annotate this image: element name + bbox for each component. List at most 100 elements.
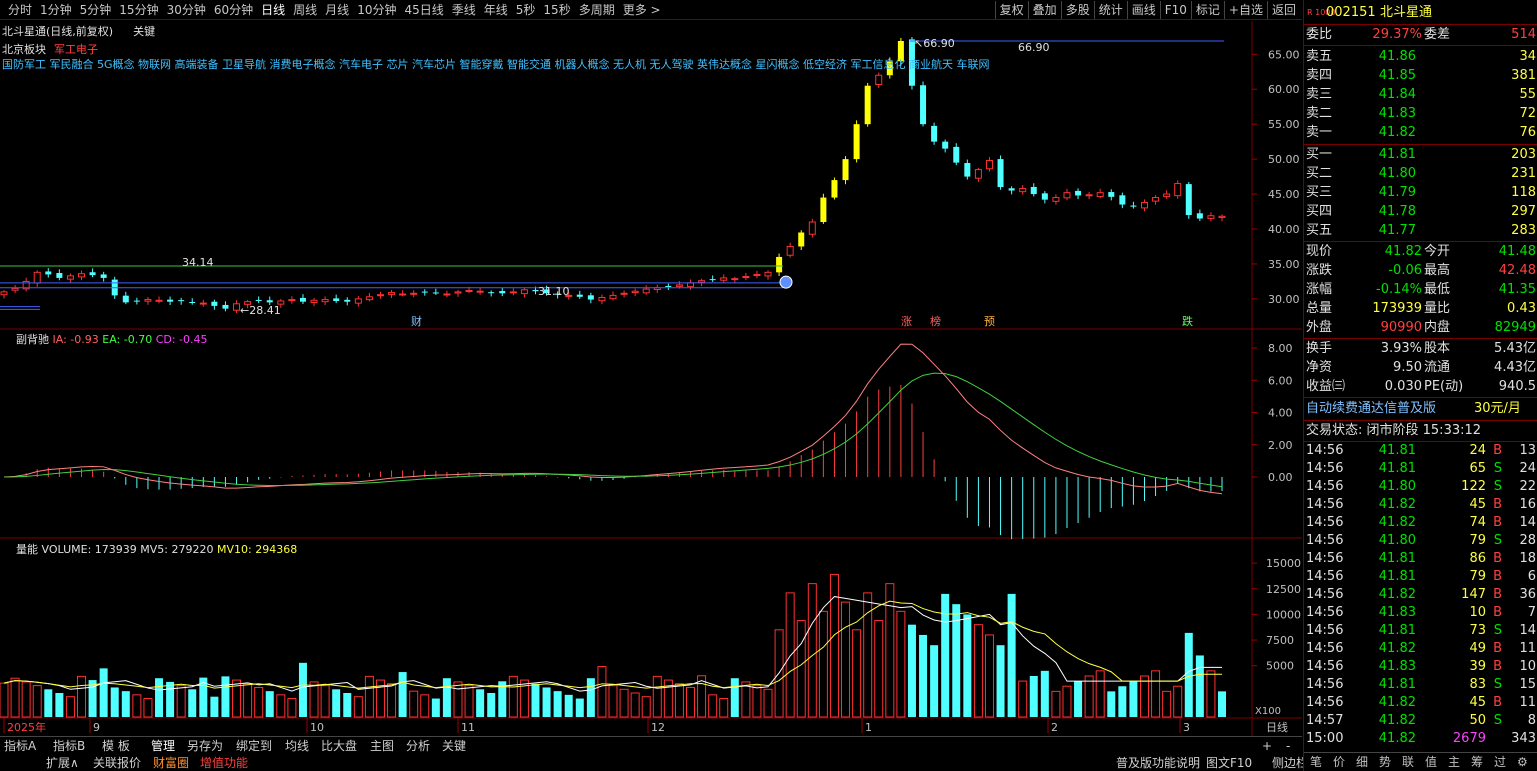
volume-bar <box>1040 670 1049 717</box>
period-tab[interactable]: 分时 <box>4 3 36 17</box>
concept-list[interactable]: 国防军工 军民融合 5G概念 物联网 高端装备 卫星导航 消费电子概念 汽车电子… <box>2 56 989 72</box>
bottom-link[interactable]: 财富圈 <box>153 755 189 771</box>
bottom-link[interactable]: 增值功能 <box>200 755 248 771</box>
period-tab[interactable]: 年线 <box>480 3 512 17</box>
period-tab[interactable]: 多周期 <box>575 3 619 17</box>
period-tab[interactable]: 10分钟 <box>353 3 400 17</box>
period-tab[interactable]: 60分钟 <box>210 3 257 17</box>
period-tab[interactable]: 15分钟 <box>115 3 162 17</box>
volume: 203 <box>1511 147 1536 162</box>
period-tab[interactable]: 5秒 <box>512 3 540 17</box>
period-tab[interactable]: 日线 <box>257 3 289 17</box>
volume: 231 <box>1511 166 1536 181</box>
volume-bar <box>874 620 884 718</box>
bottom-link[interactable]: 关联报价 <box>93 755 141 771</box>
indicator-tab[interactable]: 均线 <box>285 738 309 754</box>
panel-icon[interactable]: 势 <box>1379 753 1391 771</box>
zoom-in-button[interactable]: + <box>1262 738 1272 754</box>
indicator-tab[interactable]: 绑定到 <box>236 738 272 754</box>
signal-marker[interactable] <box>779 275 793 289</box>
toolbar-action[interactable]: 标记 <box>1190 1 1224 19</box>
volume-bar <box>996 645 1005 717</box>
bottom-right-link[interactable]: 普及版功能说明 <box>1116 755 1200 771</box>
period-label[interactable]: 日线 <box>1266 720 1288 734</box>
promo-row[interactable]: 自动续费通达信普及版 30元/月 <box>1304 400 1537 418</box>
event-marker[interactable]: 跌 <box>1182 314 1193 328</box>
period-tab[interactable]: 周线 <box>289 3 321 17</box>
toolbar-action[interactable]: 叠加 <box>1027 1 1061 19</box>
indicator-tab[interactable]: 比大盘 <box>321 738 357 754</box>
value: 514 <box>1511 27 1536 42</box>
event-marker[interactable]: 榜 <box>930 314 941 328</box>
period-tab[interactable]: 月线 <box>321 3 353 17</box>
period-tab[interactable]: 5分钟 <box>76 3 116 17</box>
candle <box>376 291 384 299</box>
period-tab[interactable]: 15秒 <box>539 3 574 17</box>
period-tab[interactable]: 45日线 <box>400 3 447 17</box>
stat-row: 换手 3.93% 股本 5.43亿 <box>1304 340 1537 358</box>
panel-icon[interactable]: 价 <box>1333 753 1345 771</box>
event-marker[interactable]: 涨 <box>901 315 912 328</box>
tick-count: 6 <box>1527 569 1536 584</box>
kline-chart[interactable]: 65.0060.0055.0050.0045.0040.0035.0030.00… <box>0 21 1302 736</box>
key-label[interactable]: 关键 <box>133 25 155 38</box>
volume-bar <box>1218 691 1226 717</box>
indicator-tab[interactable]: 指标B <box>53 738 85 754</box>
indicator-tab[interactable]: 分析 <box>406 738 430 754</box>
label: 股本 <box>1424 341 1451 356</box>
tick-side: B <box>1493 587 1502 602</box>
bottom-right-link[interactable]: 图文F10 <box>1206 755 1252 771</box>
event-marker[interactable]: 财 <box>411 314 422 328</box>
period-tab[interactable]: 更多 > <box>619 3 665 17</box>
indicator-tab[interactable]: 关键 <box>442 738 466 754</box>
mid-price-label: 34.14 <box>182 256 214 269</box>
panel-icon[interactable]: 筹 <box>1471 753 1483 771</box>
volume-bar <box>1195 655 1204 717</box>
candle <box>931 122 938 145</box>
tick-count: 22 <box>1519 479 1536 494</box>
volume-bar <box>32 685 42 718</box>
indicator-tab[interactable]: 指标A <box>4 738 36 754</box>
toolbar-action[interactable]: +自选 <box>1223 1 1267 19</box>
board-info: 北京板块 军工电子 <box>2 43 98 56</box>
tick-volume: 50 <box>1469 713 1486 728</box>
toolbar-action[interactable]: 画线 <box>1126 1 1160 19</box>
panel-icon[interactable]: 笔 <box>1310 753 1322 771</box>
tick-time: 14:56 <box>1306 479 1344 494</box>
toolbar-action[interactable]: 统计 <box>1093 1 1127 19</box>
volume-bar <box>730 678 739 717</box>
toolbar-action[interactable]: 复权 <box>994 1 1028 19</box>
panel-icon[interactable]: ⚙ <box>1517 753 1528 771</box>
volume-bar <box>287 698 297 718</box>
zoom-out-button[interactable]: - <box>1286 738 1290 754</box>
candle <box>1196 209 1203 222</box>
panel-icon[interactable]: 联 <box>1402 753 1414 771</box>
candle <box>155 296 163 304</box>
indicator-tab[interactable]: 模 板 <box>102 738 130 754</box>
panel-icon[interactable]: 过 <box>1494 753 1506 771</box>
toolbar-action[interactable]: 返回 <box>1266 1 1300 19</box>
volume-bar <box>1029 675 1038 717</box>
volume-bar <box>110 687 119 717</box>
panel-icon[interactable]: 主 <box>1448 753 1460 771</box>
toolbar-action[interactable]: 多股 <box>1060 1 1094 19</box>
bottom-link[interactable]: 扩展∧ <box>46 755 79 771</box>
sector-label[interactable]: 军工电子 <box>54 43 98 56</box>
toolbar-action[interactable]: F10 <box>1159 1 1191 19</box>
panel-icon[interactable]: 细 <box>1356 753 1368 771</box>
volume-bar <box>387 683 397 718</box>
period-tab[interactable]: 30分钟 <box>163 3 210 17</box>
period-tab[interactable]: 季线 <box>448 3 480 17</box>
indicator-tab[interactable]: 管理 <box>151 738 175 754</box>
event-marker[interactable]: 预 <box>984 315 995 328</box>
indicator-tab[interactable]: 主图 <box>370 738 394 754</box>
panel-icon[interactable]: 值 <box>1425 753 1437 771</box>
chart-area[interactable]: 65.00 60.00 55.00 50.00 45.00 40.00 35.00 30.00… <box>0 21 1302 736</box>
volume-bar <box>1162 690 1172 718</box>
volume-bar <box>1018 680 1028 718</box>
indicator-tab[interactable]: 另存为 <box>187 738 223 754</box>
volume-bar <box>21 681 31 718</box>
trade-status: 交易状态: 闭市阶段 15:33:12 <box>1304 422 1537 440</box>
period-tab[interactable]: 1分钟 <box>36 3 76 17</box>
tick-time: 14:56 <box>1306 623 1344 638</box>
